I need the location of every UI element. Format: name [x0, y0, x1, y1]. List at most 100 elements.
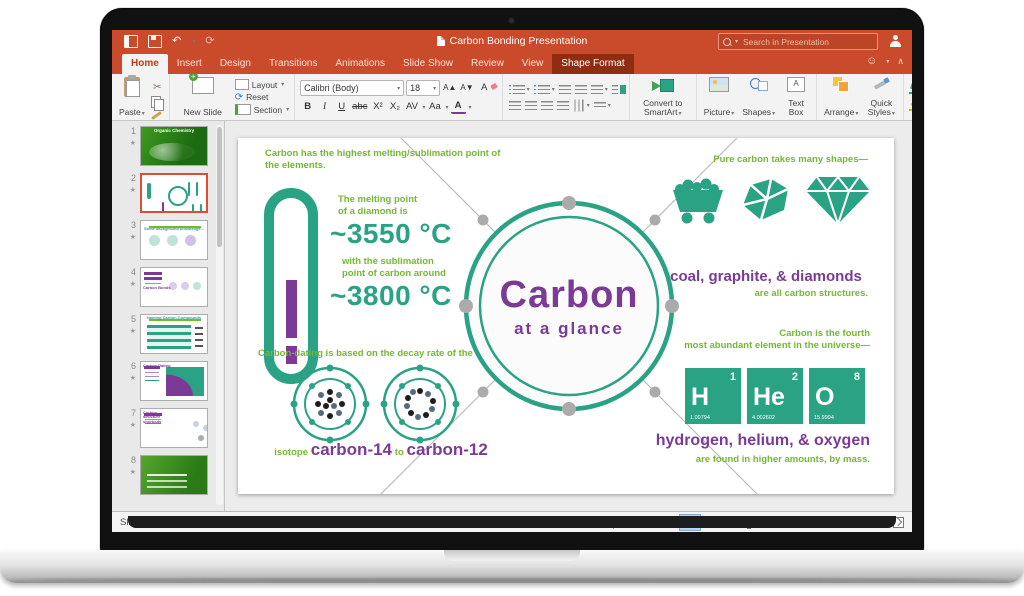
- slide-thumbnail-8[interactable]: [140, 455, 208, 495]
- slide-number: 5: [112, 314, 136, 324]
- picture-button[interactable]: Picture▾: [702, 76, 736, 118]
- shape-style-group: Shape Fill▾ Shape Outline▾: [904, 74, 912, 120]
- arrange-button[interactable]: Arrange▾: [822, 76, 860, 118]
- decrease-indent-icon: [559, 85, 571, 94]
- tab-transitions[interactable]: Transitions: [260, 54, 327, 74]
- undo-icon[interactable]: ↶: [172, 36, 181, 47]
- slide-thumbnail-4[interactable]: Carbon Bonds: [140, 267, 208, 307]
- coal-cart-icon: [670, 174, 726, 226]
- tab-view[interactable]: View: [513, 54, 553, 74]
- copy-icon[interactable]: [151, 96, 161, 108]
- grow-font-button[interactable]: A▲: [442, 81, 457, 95]
- decrease-indent-button[interactable]: [558, 84, 572, 95]
- change-case-button[interactable]: Aa: [427, 100, 442, 114]
- feedback-caret-icon[interactable]: ▾: [886, 58, 889, 65]
- redo-icon[interactable]: ⟳: [205, 36, 214, 47]
- laptop-bezel: ↶ ▾ ⟳ Carbon Bonding Presentation ▾: [100, 8, 924, 552]
- quick-styles-button[interactable]: Quick Styles▾: [864, 76, 898, 118]
- increase-indent-button[interactable]: [574, 84, 588, 95]
- slide-thumbnail-7[interactable]: Carbon structure shortcuts: [140, 408, 208, 448]
- line-spacing-button[interactable]: ▾: [590, 84, 609, 95]
- italic-button[interactable]: I: [317, 100, 332, 114]
- slide-thumbnail-6[interactable]: Carbon Dating: [140, 361, 208, 401]
- undo-caret-icon[interactable]: ▾: [192, 38, 195, 45]
- subscript-button[interactable]: X₂: [387, 100, 402, 114]
- diamond-icon: [804, 174, 872, 226]
- tab-shape-format[interactable]: Shape Format: [552, 54, 633, 74]
- shape-fill-button[interactable]: Shape Fill▾: [909, 83, 912, 94]
- text-box-button[interactable]: A Text Box: [781, 76, 811, 118]
- carbon-14-label: carbon-14: [311, 440, 392, 459]
- paste-button[interactable]: Paste▾: [117, 76, 147, 118]
- font-color-button[interactable]: A: [451, 100, 466, 114]
- search-box[interactable]: ▾: [718, 33, 878, 50]
- cut-icon[interactable]: ✂: [151, 82, 164, 94]
- slide-thumbnail-1[interactable]: Organic Chemistry: [140, 126, 208, 166]
- slide-thumbnail-5[interactable]: Naming Carbon Compounds: [140, 314, 208, 354]
- melting-line-1: The melting point: [338, 194, 417, 206]
- new-slide-button[interactable]: New Slide: [175, 76, 231, 118]
- clear-formatting-button[interactable]: A: [477, 81, 497, 95]
- element-tile-oxygen: 8 O 15.9994: [809, 368, 865, 424]
- save-icon[interactable]: [148, 35, 162, 48]
- laptop-base: [0, 550, 1024, 583]
- slide-number: 2: [112, 173, 136, 183]
- layout-button[interactable]: Layout▾: [235, 79, 289, 90]
- animation-star-icon: ★: [112, 327, 136, 335]
- webcam: [508, 17, 515, 24]
- thumbnail-scrollbar[interactable]: [216, 125, 223, 505]
- shapes-button[interactable]: Shapes▾: [740, 76, 777, 118]
- slide-number: 6: [112, 361, 136, 371]
- slide-number: 3: [112, 220, 136, 230]
- columns-button[interactable]: ▾: [611, 84, 624, 95]
- tab-insert[interactable]: Insert: [168, 54, 211, 74]
- slide-thumbnail-3[interactable]: Some background knowledge...: [140, 220, 208, 260]
- align-right-button[interactable]: [540, 100, 554, 111]
- melting-line-2: of a diamond is: [338, 206, 408, 218]
- new-slide-icon: [192, 77, 214, 94]
- numbering-button[interactable]: ▾: [533, 84, 556, 95]
- section-icon: [235, 104, 251, 115]
- search-input[interactable]: [741, 36, 873, 48]
- font-name-select[interactable]: Calibri (Body)▾: [300, 80, 404, 96]
- shape-outline-button[interactable]: Shape Outline▾: [909, 100, 912, 111]
- search-scope-caret-icon[interactable]: ▾: [735, 38, 738, 45]
- text-direction-button[interactable]: ▾: [572, 100, 591, 111]
- convert-to-smartart-button[interactable]: Convert to SmartArt▾: [635, 76, 691, 118]
- slides-group: New Slide Layout▾ ⟳Reset Section▾: [170, 74, 295, 120]
- tab-animations[interactable]: Animations: [327, 54, 394, 74]
- bold-button[interactable]: B: [300, 100, 315, 114]
- section-button[interactable]: Section▾: [235, 104, 289, 115]
- tab-home[interactable]: Home: [122, 54, 168, 74]
- feedback-smiley-icon[interactable]: ☺: [866, 55, 877, 67]
- shrink-font-button[interactable]: A▼: [459, 81, 474, 95]
- line-spacing-icon: [591, 85, 603, 94]
- format-painter-icon[interactable]: [151, 111, 162, 120]
- slide-number: 4: [112, 267, 136, 277]
- bullets-button[interactable]: ▾: [508, 84, 531, 95]
- toggle-sidebar-icon[interactable]: [124, 35, 138, 48]
- current-slide[interactable]: Carbon at a glance Carbon has the highes…: [238, 138, 894, 494]
- align-center-button[interactable]: [524, 100, 538, 111]
- paragraph-group: ▾ ▾ ▾ ▾: [503, 74, 630, 120]
- thumbnail-item-6: 6★ Carbon Dating: [112, 361, 224, 402]
- dating-intro: Carbon-dating is based on the decay rate…: [258, 348, 473, 360]
- strikethrough-button[interactable]: abc: [351, 100, 368, 114]
- tab-slide-show[interactable]: Slide Show: [394, 54, 462, 74]
- tab-design[interactable]: Design: [211, 54, 260, 74]
- justify-button[interactable]: [556, 100, 570, 111]
- align-left-button[interactable]: [508, 100, 522, 111]
- shapes-caption: coal, graphite, & diamonds: [658, 268, 874, 285]
- share-person-add-icon[interactable]: [889, 35, 902, 47]
- collapse-ribbon-icon[interactable]: ∧: [897, 56, 904, 67]
- tab-review[interactable]: Review: [462, 54, 513, 74]
- slide-thumbnail-2-selected[interactable]: [140, 173, 208, 213]
- character-spacing-button[interactable]: AV: [404, 100, 419, 114]
- picture-icon: [709, 77, 729, 92]
- font-size-select[interactable]: 18▾: [406, 80, 440, 96]
- superscript-button[interactable]: X²: [370, 100, 385, 114]
- align-text-button[interactable]: ▾: [593, 101, 612, 110]
- search-icon: [723, 38, 731, 46]
- underline-button[interactable]: U: [334, 100, 349, 114]
- reset-button[interactable]: ⟳Reset: [235, 92, 289, 102]
